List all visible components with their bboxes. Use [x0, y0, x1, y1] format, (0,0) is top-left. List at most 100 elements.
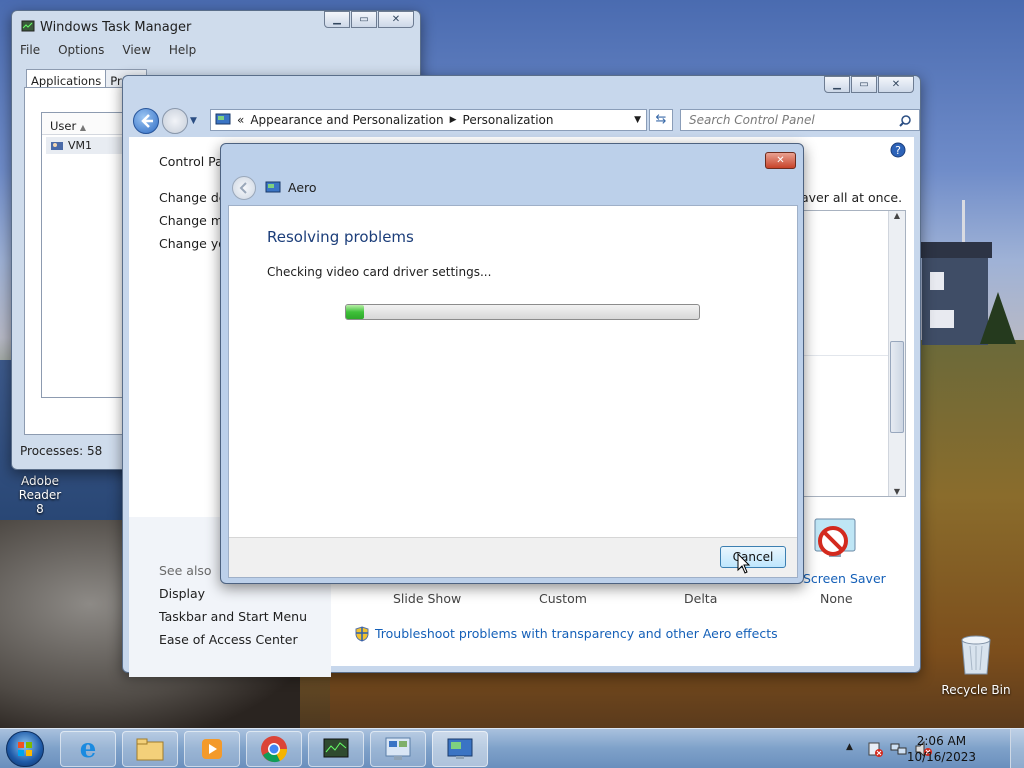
themes-scrollbar[interactable]: ▲ ▼	[888, 211, 905, 496]
menu-help[interactable]: Help	[169, 43, 196, 57]
shield-icon	[355, 626, 369, 642]
scroll-down-icon[interactable]: ▼	[889, 487, 905, 496]
taskbar-control-panel[interactable]	[370, 731, 426, 767]
show-desktop-button[interactable]	[1010, 729, 1024, 768]
sort-arrow-icon: ▲	[79, 123, 87, 132]
menu-view[interactable]: View	[122, 43, 150, 57]
screen-saver-link[interactable]: Screen Saver	[803, 571, 886, 586]
media-player-icon	[202, 739, 222, 759]
taskbar-aero-troubleshooter[interactable]	[432, 731, 488, 767]
windows-logo-icon	[18, 742, 32, 756]
description-text: aver all at once.	[801, 190, 903, 205]
close-button[interactable]: ✕	[878, 76, 914, 93]
back-arrow-icon	[239, 182, 247, 194]
status-message: Checking video card driver settings...	[267, 265, 492, 279]
breadcrumb-separator-icon[interactable]: ▶	[450, 115, 457, 125]
dialog-content: Resolving problems Checking video card d…	[228, 205, 798, 578]
folder-icon	[136, 738, 164, 761]
progress-fill	[346, 305, 364, 319]
forward-button[interactable]	[162, 108, 188, 134]
aero-troubleshooter-dialog: ✕ Aero Resolving problems Checking video…	[220, 143, 804, 584]
wallpaper-tree	[980, 292, 1016, 344]
dialog-heading: Resolving problems	[267, 228, 414, 246]
column-header-label: User	[50, 119, 77, 133]
none-label[interactable]: None	[820, 591, 853, 606]
desktop-icon-recycle-bin[interactable]: Recycle Bin	[940, 632, 1012, 697]
clock-time: 2:06 AM	[916, 734, 967, 748]
address-dropdown-icon[interactable]: ▼	[634, 115, 641, 125]
show-hidden-icons-icon[interactable]: ▲	[846, 742, 853, 752]
menu-file[interactable]: File	[20, 43, 40, 57]
delta-label[interactable]: Delta	[684, 591, 717, 606]
troubleshoot-aero-link[interactable]: Troubleshoot problems with transparency …	[375, 626, 778, 641]
slide-show-label[interactable]: Slide Show	[393, 591, 461, 606]
user-icon	[51, 141, 63, 150]
breadcrumb-appearance[interactable]: Appearance and Personalization	[250, 113, 443, 127]
task-manager-icon	[323, 738, 349, 758]
network-icon[interactable]	[890, 741, 908, 757]
task-manager-menubar: File Options View Help	[20, 43, 196, 57]
chrome-icon	[261, 736, 288, 763]
search-input[interactable]: Search Control Panel	[680, 109, 920, 131]
task-manager-caption-buttons: ▁ ▭ ✕	[323, 11, 414, 28]
control-panel-navbar: ▼ « Appearance and Personalization ▶ Per…	[131, 107, 920, 135]
adobe-reader-label: Adobe Reader 8	[18, 474, 62, 516]
link-ease-of-access[interactable]: Ease of Access Center	[159, 632, 298, 647]
progress-bar	[345, 304, 700, 320]
dialog-close-button[interactable]: ✕	[765, 152, 796, 169]
taskbar-chrome[interactable]	[246, 731, 302, 767]
dialog-footer: Cancel	[229, 537, 797, 577]
breadcrumb-personalization[interactable]: Personalization	[463, 113, 554, 127]
scroll-up-icon[interactable]: ▲	[889, 211, 905, 220]
close-button[interactable]: ✕	[378, 11, 414, 28]
back-arrow-icon	[141, 114, 153, 128]
see-also-heading: See also	[159, 563, 212, 578]
control-panel-icon	[385, 737, 411, 760]
task-manager-titlebar[interactable]: Windows Task Manager ▁ ▭ ✕	[12, 11, 420, 39]
link-taskbar-start-menu[interactable]: Taskbar and Start Menu	[159, 609, 307, 624]
task-manager-title: Windows Task Manager	[40, 20, 192, 35]
maximize-button[interactable]: ▭	[351, 11, 377, 28]
breadcrumb-overflow[interactable]: «	[237, 113, 244, 127]
minimize-button[interactable]: ▁	[824, 76, 850, 93]
cancel-button[interactable]: Cancel	[720, 546, 786, 568]
recent-pages-dropdown-icon[interactable]: ▼	[190, 116, 197, 126]
link-display[interactable]: Display	[159, 586, 205, 601]
wallpaper-house	[918, 242, 992, 345]
search-placeholder: Search Control Panel	[689, 113, 815, 127]
taskbar-task-manager[interactable]	[308, 731, 364, 767]
custom-label[interactable]: Custom	[539, 591, 587, 606]
refresh-button[interactable]: ⇆	[649, 109, 673, 131]
aero-troubleshooter-icon	[447, 738, 473, 759]
maximize-button[interactable]: ▭	[851, 76, 877, 93]
scroll-thumb[interactable]	[890, 341, 904, 433]
desktop-icon-adobe-reader[interactable]: Adobe Reader 8	[0, 474, 80, 516]
minimize-button[interactable]: ▁	[324, 11, 350, 28]
start-button[interactable]	[6, 731, 44, 767]
dialog-title: Aero	[288, 180, 317, 195]
back-button[interactable]	[133, 108, 159, 134]
control-panel-icon	[215, 113, 231, 125]
taskbar-internet-explorer[interactable]: e	[60, 731, 116, 767]
user-name: VM1	[68, 139, 93, 152]
action-center-icon[interactable]	[867, 741, 883, 757]
aero-troubleshooter-icon	[265, 181, 281, 193]
dialog-back-button[interactable]	[232, 176, 256, 200]
taskbar-file-explorer[interactable]	[122, 731, 178, 767]
mouse-cursor-icon	[737, 553, 751, 574]
control-panel-caption-buttons: ▁ ▭ ✕	[823, 76, 914, 93]
refresh-icon: ⇆	[655, 112, 667, 127]
menu-options[interactable]: Options	[58, 43, 104, 57]
taskbar-media-player[interactable]	[184, 731, 240, 767]
clock-date: 10/16/2023	[906, 750, 976, 764]
recycle-bin-icon	[961, 635, 991, 675]
internet-explorer-icon: e	[79, 734, 97, 764]
help-icon[interactable]: ?	[890, 142, 906, 158]
task-manager-icon	[21, 20, 35, 32]
taskbar: e ▲ 2:06 AM 10/16/2023	[0, 728, 1024, 768]
address-bar[interactable]: « Appearance and Personalization ▶ Perso…	[210, 109, 647, 131]
screen-saver-icon[interactable]	[811, 517, 859, 563]
search-icon	[899, 115, 911, 127]
system-clock[interactable]: 2:06 AM 10/16/2023	[907, 733, 976, 765]
control-panel-titlebar[interactable]: ▁ ▭ ✕	[123, 76, 920, 104]
